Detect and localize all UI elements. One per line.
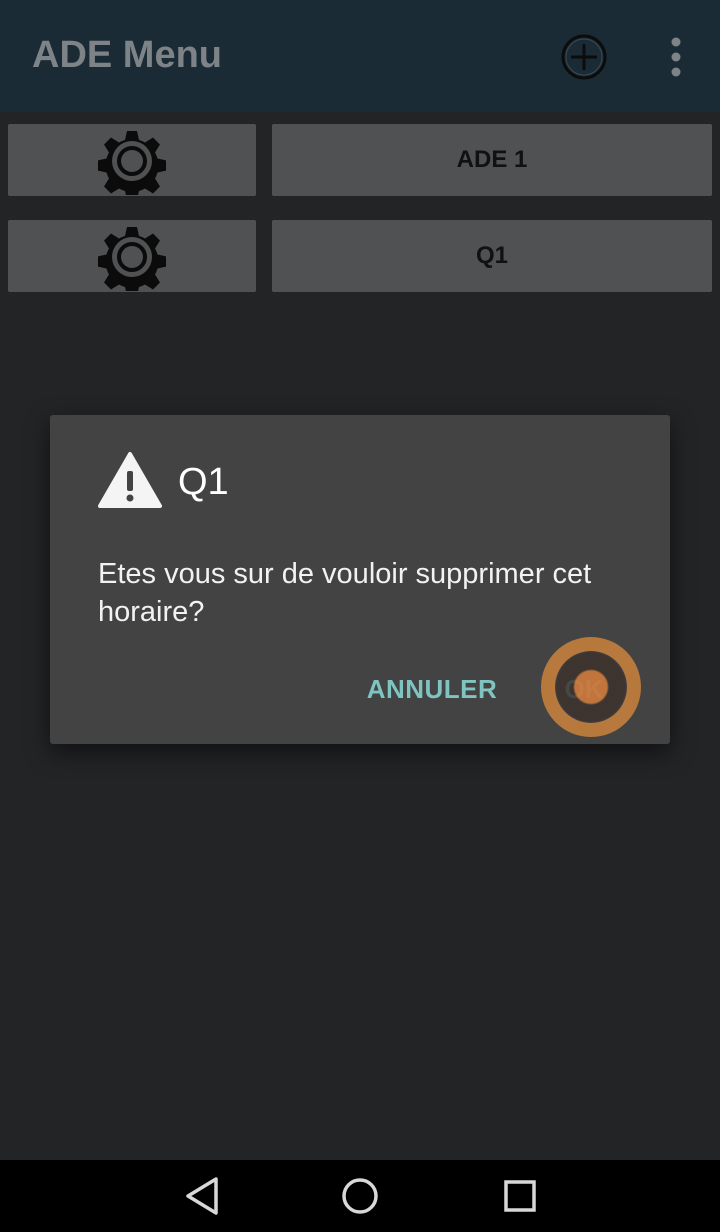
confirm-delete-dialog: Q1 Etes vous sur de vouloir supprimer ce… (50, 415, 670, 744)
dialog-title: Q1 (178, 461, 229, 503)
screen: ADE Menu ADE 1 Q1 Q1 Etes vous sur de vo… (0, 0, 720, 1232)
home-circle-icon[interactable] (338, 1174, 382, 1218)
dialog-message: Etes vous sur de vouloir supprimer cet h… (98, 558, 592, 628)
system-nav-bar (0, 1160, 720, 1232)
warning-icon (98, 452, 162, 508)
cancel-button[interactable]: ANNULER (354, 663, 510, 715)
recent-square-icon[interactable] (498, 1174, 542, 1218)
ok-button[interactable]: OK (544, 663, 624, 715)
back-triangle-icon[interactable] (180, 1174, 224, 1218)
